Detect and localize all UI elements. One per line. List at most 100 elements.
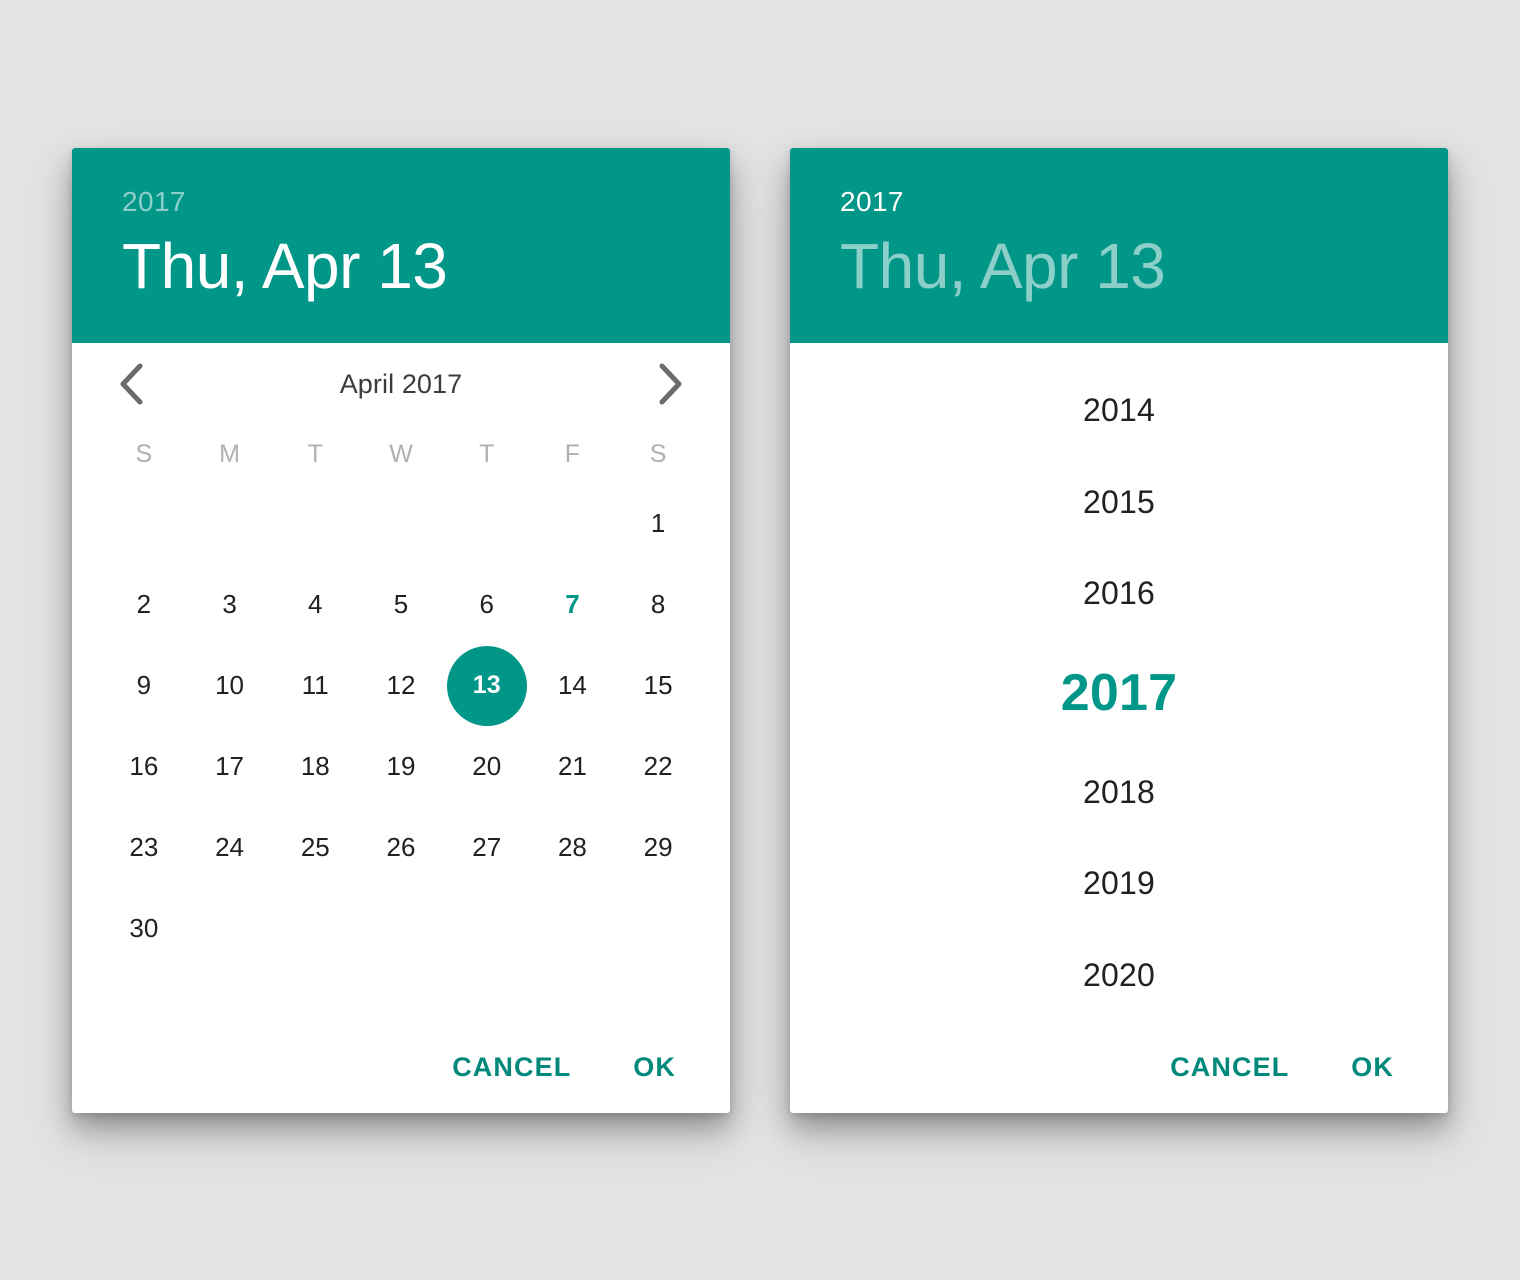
calendar-day-cell[interactable]: 17 <box>187 726 273 807</box>
weekday-label: S <box>135 439 153 468</box>
calendar-day-cell[interactable]: 5 <box>358 564 444 645</box>
weekday-label: T <box>307 439 323 468</box>
calendar-day-selected[interactable]: 13 <box>446 645 527 726</box>
screen-background: 2017 Thu, Apr 13 April 2017 SMTWTFS 1234 <box>0 0 1520 1280</box>
calendar-day-cell[interactable]: 2 <box>101 564 187 645</box>
calendar-day-today[interactable]: 7 <box>532 565 612 645</box>
ok-button[interactable]: OK <box>1339 1042 1406 1093</box>
calendar-day-cell[interactable]: 13 <box>444 645 530 726</box>
year-dialog-header: 2017 Thu, Apr 13 <box>790 148 1448 343</box>
calendar-day-number[interactable]: 23 <box>104 808 184 888</box>
calendar-day-number[interactable]: 30 <box>104 889 184 969</box>
calendar-day-blank <box>447 484 527 564</box>
calendar-day-empty <box>530 483 616 564</box>
header-year-toggle[interactable]: 2017 <box>840 186 1448 218</box>
calendar-day-number[interactable]: 22 <box>618 727 698 807</box>
year-item[interactable]: 2018 <box>790 746 1448 838</box>
calendar-day-blank <box>190 484 270 564</box>
calendar-day-cell[interactable]: 12 <box>358 645 444 726</box>
calendar-day-cell[interactable]: 23 <box>101 807 187 888</box>
weekday-header-row: SMTWTFS <box>101 425 701 483</box>
year-dialog-actions: CANCEL OK <box>790 1021 1448 1113</box>
calendar-day-cell[interactable]: 11 <box>272 645 358 726</box>
calendar-day-number[interactable]: 28 <box>532 808 612 888</box>
calendar-day-cell[interactable]: 28 <box>530 807 616 888</box>
cancel-button[interactable]: CANCEL <box>440 1042 583 1093</box>
calendar-day-number[interactable]: 21 <box>532 727 612 807</box>
weekday-label: W <box>389 439 413 468</box>
weekday-label: M <box>219 439 240 468</box>
calendar-day-number[interactable]: 15 <box>618 646 698 726</box>
year-item[interactable]: 2016 <box>790 548 1448 640</box>
calendar-day-number[interactable]: 29 <box>618 808 698 888</box>
calendar-day-cell[interactable]: 29 <box>615 807 701 888</box>
calendar-day-cell[interactable]: 25 <box>272 807 358 888</box>
calendar-body: April 2017 SMTWTFS 1 2 3 4 5 6 7 8 9 10 11 12 13 14 15… <box>72 343 730 1021</box>
calendar-day-cell[interactable]: 30 <box>101 888 187 969</box>
weekday-label: T <box>479 439 495 468</box>
year-item[interactable]: 2014 <box>790 365 1448 457</box>
calendar-day-number[interactable]: 6 <box>447 565 527 645</box>
calendar-day-cell[interactable]: 1 <box>615 483 701 564</box>
calendar-day-cell[interactable]: 16 <box>101 726 187 807</box>
calendar-day-cell[interactable]: 14 <box>530 645 616 726</box>
calendar-day-number[interactable]: 1 <box>618 484 698 564</box>
header-date-toggle[interactable]: Thu, Apr 13 <box>122 230 730 302</box>
calendar-day-cell[interactable]: 20 <box>444 726 530 807</box>
chevron-left-icon[interactable] <box>109 362 153 406</box>
calendar-day-number[interactable]: 27 <box>447 808 527 888</box>
calendar-day-number[interactable]: 10 <box>190 646 270 726</box>
calendar-day-number[interactable]: 26 <box>361 808 441 888</box>
calendar-day-cell[interactable]: 24 <box>187 807 273 888</box>
calendar-day-number[interactable]: 25 <box>275 808 355 888</box>
year-item[interactable]: 2020 <box>790 929 1448 1021</box>
calendar-day-cell[interactable]: 19 <box>358 726 444 807</box>
calendar-day-empty <box>101 483 187 564</box>
calendar-day-cell[interactable]: 26 <box>358 807 444 888</box>
calendar-day-number[interactable]: 20 <box>447 727 527 807</box>
calendar-day-number[interactable]: 2 <box>104 565 184 645</box>
calendar-day-empty <box>444 483 530 564</box>
calendar-day-blank <box>104 484 184 564</box>
calendar-day-blank <box>532 484 612 564</box>
calendar-day-number[interactable]: 9 <box>104 646 184 726</box>
calendar-day-number[interactable]: 11 <box>275 646 355 726</box>
calendar-day-number[interactable]: 14 <box>532 646 612 726</box>
calendar-day-cell[interactable]: 27 <box>444 807 530 888</box>
calendar-day-empty <box>272 483 358 564</box>
cancel-button[interactable]: CANCEL <box>1158 1042 1301 1093</box>
calendar-day-cell[interactable]: 7 <box>530 564 616 645</box>
calendar-day-number[interactable]: 24 <box>190 808 270 888</box>
calendar-day-cell[interactable]: 3 <box>187 564 273 645</box>
calendar-day-number[interactable]: 8 <box>618 565 698 645</box>
calendar-day-cell[interactable]: 6 <box>444 564 530 645</box>
calendar-day-cell[interactable]: 15 <box>615 645 701 726</box>
year-item[interactable]: 2019 <box>790 838 1448 930</box>
year-item-selected[interactable]: 2017 <box>790 640 1448 747</box>
header-date-toggle[interactable]: Thu, Apr 13 <box>840 230 1448 302</box>
ok-button[interactable]: OK <box>621 1042 688 1093</box>
calendar-day-number[interactable]: 16 <box>104 727 184 807</box>
year-item[interactable]: 2015 <box>790 457 1448 549</box>
calendar-day-number[interactable]: 4 <box>275 565 355 645</box>
weekday-label: F <box>564 439 581 468</box>
calendar-day-cell[interactable]: 4 <box>272 564 358 645</box>
calendar-day-cell[interactable]: 8 <box>615 564 701 645</box>
month-navigation: April 2017 <box>101 343 701 425</box>
calendar-day-cell[interactable]: 10 <box>187 645 273 726</box>
date-picker-calendar-dialog: 2017 Thu, Apr 13 April 2017 SMTWTFS 1234 <box>72 148 730 1113</box>
calendar-day-number[interactable]: 19 <box>361 727 441 807</box>
calendar-day-cell[interactable]: 18 <box>272 726 358 807</box>
calendar-day-cell[interactable]: 21 <box>530 726 616 807</box>
calendar-day-number[interactable]: 18 <box>275 727 355 807</box>
year-list[interactable]: 2014 2015 2016 2017 2018 2019 2020 <box>790 343 1448 1021</box>
calendar-day-number[interactable]: 5 <box>361 565 441 645</box>
chevron-right-icon[interactable] <box>649 362 693 406</box>
weekday-label: S <box>649 439 667 468</box>
calendar-day-number[interactable]: 12 <box>361 646 441 726</box>
calendar-day-cell[interactable]: 22 <box>615 726 701 807</box>
calendar-day-cell[interactable]: 9 <box>101 645 187 726</box>
header-year-toggle[interactable]: 2017 <box>122 186 730 218</box>
calendar-day-number[interactable]: 3 <box>190 565 270 645</box>
calendar-day-number[interactable]: 17 <box>190 727 270 807</box>
